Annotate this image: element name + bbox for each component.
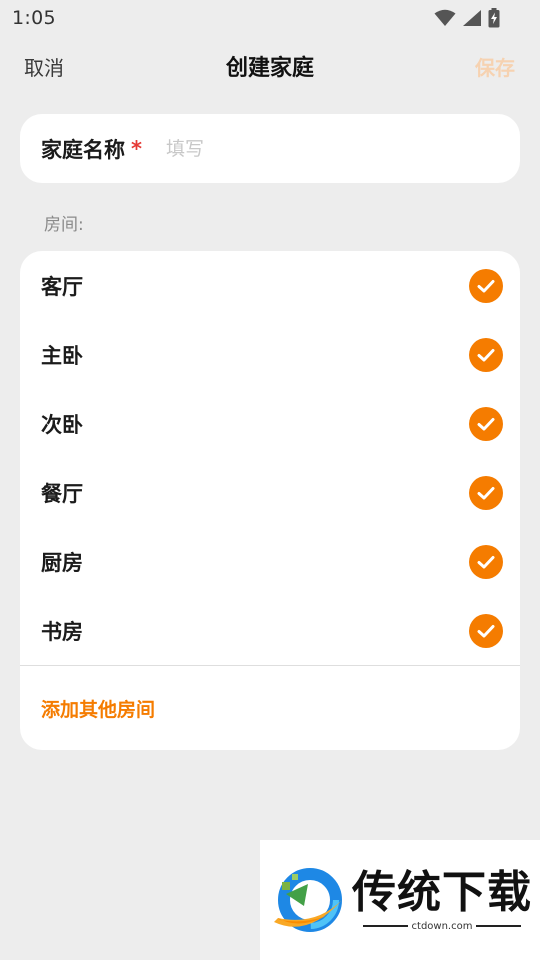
watermark-domain-row: ctdown.com <box>363 921 521 932</box>
family-name-card: 家庭名称 * <box>20 114 520 183</box>
watermark: 传统下载 ctdown.com <box>260 840 540 960</box>
ctdown-logo-icon <box>274 868 342 932</box>
watermark-rule <box>476 925 521 927</box>
divider <box>20 665 520 666</box>
family-name-input[interactable] <box>165 137 466 160</box>
watermark-domain: ctdown.com <box>411 920 473 932</box>
room-row-living-room[interactable]: 客厅 <box>20 251 520 320</box>
room-row-dining-room[interactable]: 餐厅 <box>20 458 520 527</box>
app-header: 取消 创建家庭 保存 <box>0 40 540 88</box>
rooms-card: 客厅 主卧 次卧 餐厅 厨房 书房 添加其他房间 <box>20 251 520 750</box>
save-button[interactable]: 保存 <box>475 52 515 81</box>
wifi-icon <box>434 9 456 26</box>
cancel-button[interactable]: 取消 <box>24 52 64 81</box>
required-mark: * <box>131 136 142 161</box>
check-icon[interactable] <box>469 613 503 648</box>
status-bar: 1:05 <box>0 0 540 36</box>
room-label: 餐厅 <box>41 481 83 506</box>
watermark-brand: 传统下载 <box>352 866 532 918</box>
check-icon[interactable] <box>469 337 503 372</box>
status-icons <box>434 8 500 28</box>
room-label: 客厅 <box>41 274 83 299</box>
rooms-section-label: 房间: <box>44 215 84 235</box>
add-other-room-link[interactable]: 添加其他房间 <box>41 695 155 722</box>
room-row-second-bedroom[interactable]: 次卧 <box>20 389 520 458</box>
signal-icon <box>463 10 481 26</box>
check-icon[interactable] <box>469 268 503 303</box>
room-row-study[interactable]: 书房 <box>20 596 520 665</box>
watermark-rule <box>363 925 408 927</box>
watermark-text: 传统下载 ctdown.com <box>352 866 532 932</box>
room-label: 书房 <box>41 619 83 644</box>
room-label: 主卧 <box>41 343 83 368</box>
check-icon[interactable] <box>469 544 503 579</box>
check-icon[interactable] <box>469 406 503 441</box>
status-time: 1:05 <box>12 7 56 29</box>
room-label: 次卧 <box>41 412 83 437</box>
room-row-master-bedroom[interactable]: 主卧 <box>20 320 520 389</box>
family-name-label: 家庭名称 <box>41 137 125 162</box>
room-row-kitchen[interactable]: 厨房 <box>20 527 520 596</box>
check-icon[interactable] <box>469 475 503 510</box>
room-label: 厨房 <box>41 550 83 575</box>
page-title: 创建家庭 <box>225 56 314 81</box>
battery-charging-icon <box>488 8 500 28</box>
